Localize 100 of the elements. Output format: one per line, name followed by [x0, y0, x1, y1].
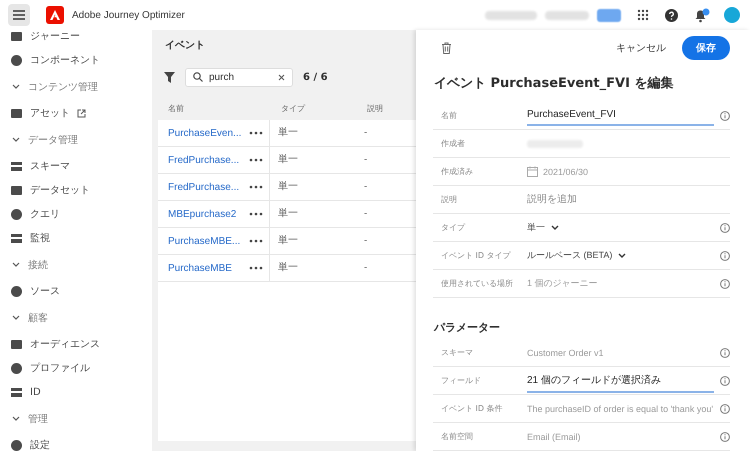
editor-heading: イベント PurchaseEvent_FVI を編集: [434, 75, 674, 92]
more-icon[interactable]: [249, 131, 263, 135]
table-cell-text: -: [363, 263, 368, 273]
nav-item[interactable]: ソース: [30, 284, 60, 298]
nav-item[interactable]: アセット: [30, 106, 70, 120]
more-icon[interactable]: [249, 212, 263, 216]
field-value: 2021/06/30: [543, 166, 588, 176]
chevron-down-icon[interactable]: [12, 137, 20, 142]
field-label: イベント ID 条件: [441, 403, 504, 414]
menu-button[interactable]: [8, 4, 30, 26]
logo-icon: [46, 6, 64, 24]
chevron-down-icon[interactable]: [12, 84, 20, 89]
more-icon[interactable]: [249, 158, 263, 162]
chevron-down-icon[interactable]: [12, 262, 20, 267]
event-link[interactable]: FredPurchase...: [158, 182, 244, 192]
field-label: タイプ: [441, 222, 466, 233]
column-header: 説明: [366, 102, 383, 114]
help-icon[interactable]: [665, 8, 678, 22]
chevron-down-icon: [618, 253, 626, 258]
menu-icon: [13, 10, 25, 20]
section-heading: 管理: [28, 412, 48, 426]
table-cell: 単一: [269, 255, 348, 281]
more-icon[interactable]: [249, 239, 263, 243]
bell-icon[interactable]: [694, 8, 710, 22]
info-icon[interactable]: [720, 222, 730, 232]
nav-item[interactable]: ジャーニー: [30, 29, 80, 43]
input-field[interactable]: 21 個のフィールドが選択済み: [527, 368, 714, 392]
panel-title: イベント: [164, 39, 206, 53]
chevron-down-icon[interactable]: [12, 315, 20, 320]
more-icon[interactable]: [249, 185, 263, 189]
info-icon[interactable]: [720, 432, 730, 442]
field-label: 名前: [441, 110, 458, 121]
event-link[interactable]: PurchaseEven...: [158, 128, 244, 138]
table-cell: 単一: [269, 174, 348, 200]
info-icon[interactable]: [720, 278, 730, 288]
field-label: イベント ID タイプ: [441, 250, 512, 261]
cancel-button[interactable]: キャンセル: [616, 41, 666, 55]
blurred-sandbox-name: [545, 10, 589, 20]
table-cell-text: -: [363, 182, 368, 192]
nav-item[interactable]: コンポーネント: [30, 53, 100, 67]
blurred-org-name: [485, 10, 537, 20]
nav-item[interactable]: クエリ: [30, 207, 60, 221]
chevron-down-icon: [551, 225, 559, 230]
table-cell-text: -: [363, 209, 368, 219]
section-heading: 顧客: [28, 312, 48, 324]
trash-icon[interactable]: [441, 42, 452, 54]
field-label: 使用されている場所: [441, 278, 514, 289]
nav-item[interactable]: スキーマ: [30, 159, 70, 173]
table-cell-text: -: [363, 236, 368, 246]
table-cell: 単一: [269, 228, 348, 254]
nav-item[interactable]: プロファイル: [30, 361, 90, 375]
save-button[interactable]: 保存: [682, 36, 730, 60]
event-link[interactable]: MBEpurchase2: [158, 208, 244, 220]
field-value: 1 個のジャーニー: [527, 277, 598, 290]
info-icon[interactable]: [720, 348, 730, 358]
apps-grid-icon[interactable]: [637, 9, 649, 21]
field-value: The purchaseID of order is equal to 'thank you': [527, 404, 714, 414]
section-heading: データ管理: [28, 134, 78, 146]
external-link-icon: [77, 108, 86, 118]
table-cell: 単一: [269, 147, 348, 173]
field-label: フィールド: [441, 375, 482, 386]
table-cell: 単一: [269, 120, 348, 146]
info-icon[interactable]: [720, 376, 730, 386]
nav-item[interactable]: オーディエンス: [30, 337, 100, 351]
table-cell-text: -: [363, 128, 368, 138]
table-cell: 単一: [269, 201, 348, 227]
info-icon[interactable]: [720, 110, 730, 120]
app-title: Adobe Journey Optimizer: [72, 10, 185, 20]
field-label: スキーマ: [441, 347, 474, 358]
avatar[interactable]: [724, 7, 740, 23]
nav-item[interactable]: ID: [30, 386, 41, 398]
event-link[interactable]: PurchaseMBE...: [158, 236, 244, 246]
field-label: 作成者: [441, 138, 466, 149]
info-icon[interactable]: [720, 250, 730, 260]
event-link[interactable]: PurchaseMBE: [158, 262, 244, 274]
chevron-down-icon[interactable]: [12, 416, 20, 421]
info-icon[interactable]: [720, 404, 730, 414]
field-label: 説明: [441, 194, 458, 205]
event-link[interactable]: FredPurchase...: [158, 154, 244, 166]
section-heading: パラメーター: [434, 320, 501, 335]
field-label: 名前空間: [441, 431, 474, 442]
column-header: 名前: [167, 102, 185, 114]
dropdown[interactable]: ルールベース (BETA): [527, 249, 626, 262]
filter-icon[interactable]: [164, 72, 175, 82]
table-cell-text: -: [363, 155, 368, 165]
blurred-badge: [597, 8, 621, 22]
search-icon: [193, 72, 203, 82]
nav-item[interactable]: データセット: [30, 183, 90, 197]
input-field[interactable]: PurchaseEvent_FVI: [527, 105, 714, 126]
section-heading: コンテンツ管理: [28, 80, 98, 94]
field-value: Customer Order v1: [527, 348, 604, 358]
dropdown[interactable]: 単一: [527, 221, 559, 234]
input-field[interactable]: 説明を追加: [527, 194, 730, 205]
field-value: Email (Email): [527, 432, 581, 442]
more-icon[interactable]: [249, 266, 263, 270]
clear-icon[interactable]: [278, 74, 285, 80]
nav-item[interactable]: 監視: [30, 231, 50, 245]
result-count: 6 / 6: [303, 72, 328, 82]
search-field[interactable]: purch: [185, 68, 293, 86]
nav-item[interactable]: 設定: [30, 438, 50, 451]
